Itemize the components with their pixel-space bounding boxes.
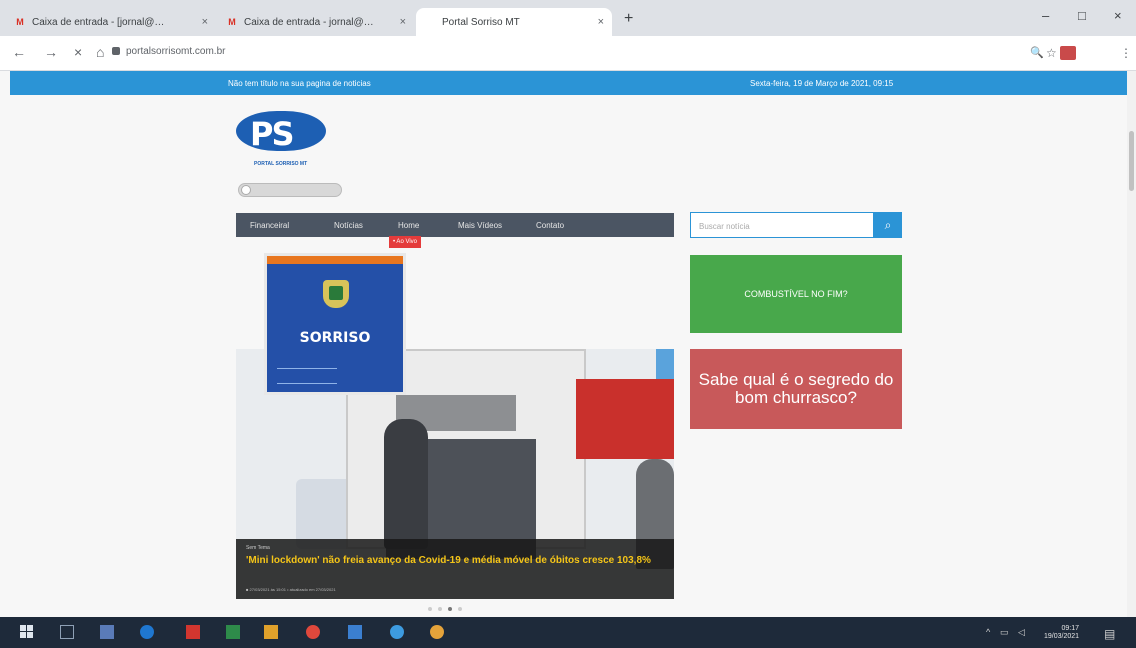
- logo-subtitle: PORTAL SORRISO MT: [254, 161, 308, 167]
- loading-icon: [424, 17, 436, 27]
- site-top-bar: Não tem título na sua pagina de noticias…: [10, 71, 1128, 95]
- close-window-button[interactable]: ×: [1114, 8, 1122, 23]
- network-app-icon[interactable]: [348, 625, 362, 639]
- feature-meta: ■ 27/03/2021 às 15:01 • atualizado em 27…: [246, 587, 336, 592]
- main-menu: Financeiral Notícias Home Mais Vídeos Co…: [236, 213, 674, 237]
- gmail-icon: M: [16, 17, 24, 27]
- scrollbar[interactable]: [1127, 71, 1136, 617]
- forward-button[interactable]: →: [44, 44, 58, 60]
- search-input[interactable]: Buscar notícia: [690, 212, 874, 238]
- tab-label: Portal Sorriso MT: [442, 16, 520, 28]
- extension-icon[interactable]: [1060, 46, 1076, 60]
- menu-item-videos[interactable]: Mais Vídeos: [458, 221, 502, 230]
- emoji-app-icon[interactable]: [430, 625, 444, 639]
- feature-headline[interactable]: 'Mini lockdown' não freia avanço da Covi…: [246, 555, 666, 566]
- media-icon[interactable]: [390, 625, 404, 639]
- browser-toolbar: ← → × ⌂ portalsorrisomt.com.br 🔍 ☆ ⋮: [0, 36, 1136, 71]
- menu-item-contato[interactable]: Contato: [536, 221, 564, 230]
- vehicle-right: [576, 379, 674, 459]
- promo-sorriso[interactable]: SORRISO: [264, 253, 406, 395]
- close-icon[interactable]: ×: [202, 16, 208, 28]
- app-icon[interactable]: [100, 625, 114, 639]
- excel-icon[interactable]: [226, 625, 240, 639]
- taskbar-clock[interactable]: 09:17 19/03/2021: [1044, 625, 1079, 641]
- tray-arrow-icon[interactable]: ^: [986, 627, 990, 637]
- site-logo[interactable]: PS PORTAL SORRISO MT: [236, 111, 328, 167]
- notifications-icon[interactable]: ▤: [1104, 627, 1115, 641]
- network-icon[interactable]: ▭: [1000, 627, 1009, 638]
- web-page: Não tem título na sua pagina de noticias…: [0, 71, 1136, 617]
- person-figure: [384, 419, 428, 549]
- clock-time: 09:17: [1061, 625, 1080, 632]
- promo-details: [277, 368, 337, 384]
- top-bar-message: Não tem título na sua pagina de noticias: [228, 79, 371, 88]
- carousel-dot[interactable]: [448, 607, 452, 611]
- carousel-dot[interactable]: [458, 607, 462, 611]
- carousel-dots: [428, 607, 462, 611]
- address-bar[interactable]: portalsorrisomt.com.br: [126, 46, 225, 57]
- ad-churrasco[interactable]: Sabe qual é o segredo do bom churrasco?: [690, 349, 902, 429]
- carousel-dot[interactable]: [428, 607, 432, 611]
- close-icon[interactable]: ×: [598, 16, 604, 28]
- folder-icon[interactable]: [264, 625, 278, 639]
- tab-label: Caixa de entrada - [jornal@…: [32, 16, 165, 28]
- promo-strip: [267, 256, 403, 264]
- gmail-icon: M: [228, 17, 236, 27]
- close-icon[interactable]: ×: [400, 16, 406, 28]
- tab-portal[interactable]: Portal Sorriso MT ×: [416, 8, 612, 36]
- search-placeholder: Buscar notícia: [699, 222, 750, 231]
- office-icon[interactable]: [186, 625, 200, 639]
- task-view-icon[interactable]: [60, 625, 74, 639]
- tab-strip: M Caixa de entrada - [jornal@… × M Caixa…: [0, 0, 1136, 36]
- back-button[interactable]: ←: [12, 44, 26, 60]
- feature-caption[interactable]: Sem Tema 'Mini lockdown' não freia avanç…: [236, 539, 674, 599]
- volume-icon[interactable]: ◁: [1018, 627, 1025, 638]
- zoom-icon[interactable]: 🔍: [1030, 46, 1044, 59]
- menu-item-financeiral[interactable]: Financeiral: [250, 221, 289, 230]
- menu-item-noticias[interactable]: Notícias: [334, 221, 363, 230]
- live-badge[interactable]: • Ao Vivo: [389, 236, 422, 248]
- menu-item-home[interactable]: Home: [398, 221, 419, 230]
- scrollbar-thumb[interactable]: [1129, 131, 1134, 191]
- promo-city: SORRISO: [299, 330, 371, 346]
- theme-toggle[interactable]: [238, 183, 342, 197]
- tab-gmail-1[interactable]: M Caixa de entrada - [jornal@… ×: [6, 8, 216, 36]
- carousel-dot[interactable]: [438, 607, 442, 611]
- maximize-button[interactable]: □: [1078, 8, 1086, 23]
- toggle-knob: [241, 185, 251, 195]
- chrome-icon[interactable]: [306, 625, 320, 639]
- tab-gmail-2[interactable]: M Caixa de entrada - jornal@… ×: [218, 8, 414, 36]
- home-button[interactable]: ⌂: [96, 44, 104, 60]
- top-bar-date: Sexta-feira, 19 de Março de 2021, 09:15: [750, 79, 894, 88]
- menu-icon[interactable]: ⋮: [1120, 46, 1132, 60]
- lock-icon: [112, 47, 120, 55]
- clock-date: 19/03/2021: [1044, 633, 1080, 640]
- logo-text: PS: [250, 115, 294, 153]
- ad-fuel[interactable]: COMBUSTÍVEL NO FIM?: [690, 255, 902, 333]
- windows-start-icon[interactable]: [20, 625, 34, 639]
- bookmark-star-icon[interactable]: ☆: [1046, 46, 1057, 60]
- taskbar: ^ ▭ ◁ 09:17 19/03/2021 ▤: [0, 617, 1136, 648]
- crest-icon: [323, 280, 349, 308]
- edge-icon[interactable]: [140, 625, 154, 639]
- stop-button[interactable]: ×: [74, 44, 82, 60]
- feature-category: Sem Tema: [246, 545, 270, 551]
- tab-label: Caixa de entrada - jornal@…: [244, 16, 374, 28]
- new-tab-button[interactable]: +: [624, 10, 633, 28]
- minimize-button[interactable]: –: [1042, 8, 1049, 23]
- search-button[interactable]: ⌕: [874, 212, 902, 238]
